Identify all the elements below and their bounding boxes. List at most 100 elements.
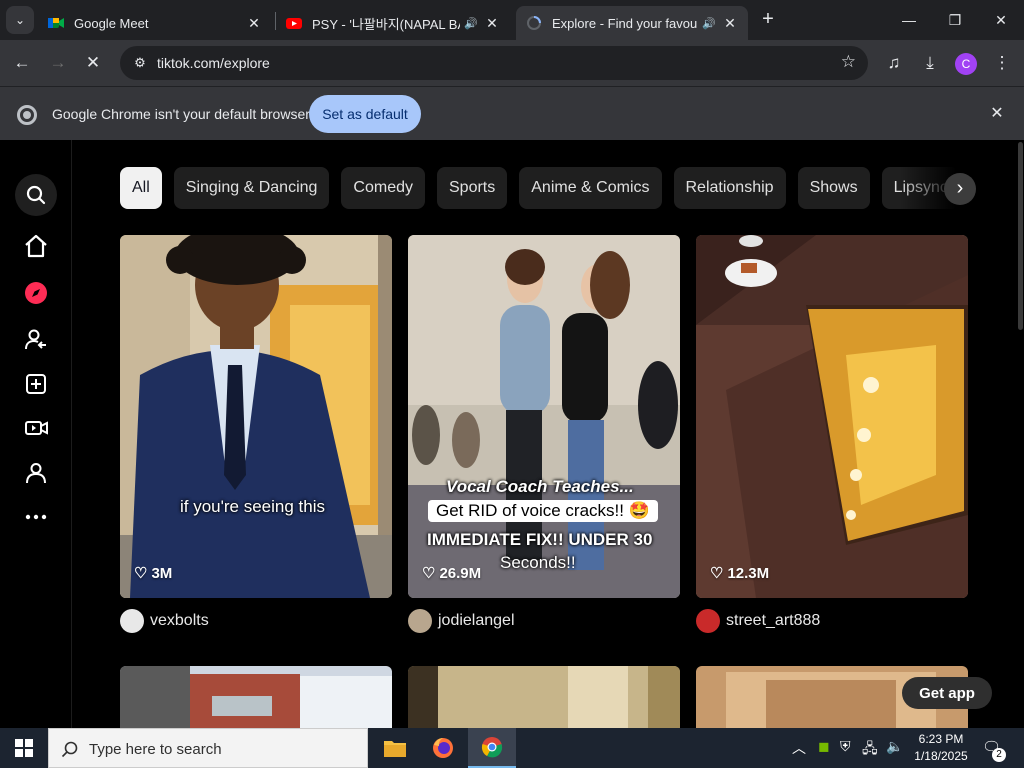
explore-compass-icon[interactable] bbox=[22, 279, 50, 307]
chevron-right-icon: › bbox=[956, 177, 964, 199]
scrollbar-thumb[interactable] bbox=[1018, 142, 1023, 330]
youtube-icon bbox=[286, 15, 302, 31]
search-button[interactable] bbox=[15, 174, 57, 216]
video-card[interactable]: if you're seeing this ♡ 3M bbox=[120, 235, 392, 598]
search-icon bbox=[61, 741, 78, 758]
taskbar-search[interactable]: Type here to search bbox=[48, 728, 368, 768]
like-count-value: 26.9M bbox=[439, 564, 482, 582]
tab-title: PSY - '나팔바지(NAPAL BA bbox=[312, 16, 461, 32]
video-author[interactable]: street_art888 bbox=[696, 608, 820, 634]
category-relationship[interactable]: Relationship bbox=[673, 167, 786, 209]
stop-button[interactable]: ✕ bbox=[79, 49, 107, 77]
minimize-button[interactable]: — bbox=[886, 0, 932, 40]
restore-button[interactable]: ❐ bbox=[932, 0, 978, 40]
url-text[interactable]: tiktok.com/explore bbox=[157, 55, 270, 71]
video-caption: IMMEDIATE FIX!! UNDER 30 bbox=[427, 530, 653, 549]
like-count-value: 3M bbox=[151, 564, 173, 582]
chevron-up-icon[interactable]: ︿ bbox=[792, 738, 806, 758]
get-app-button[interactable]: Get app bbox=[902, 677, 992, 709]
close-icon[interactable]: ✕ bbox=[722, 15, 738, 32]
system-clock[interactable]: 6:23 PM 1/18/2025 bbox=[906, 731, 976, 765]
downloads-button[interactable]: ⤓ bbox=[916, 49, 944, 77]
download-icon: ⤓ bbox=[926, 53, 934, 72]
like-count: ♡ 26.9M bbox=[422, 564, 482, 583]
category-anime-comics[interactable]: Anime & Comics bbox=[519, 167, 662, 209]
bookmark-star-icon[interactable]: ☆ bbox=[841, 52, 856, 72]
firefox-app[interactable] bbox=[419, 728, 467, 768]
category-shows[interactable]: Shows bbox=[797, 167, 870, 209]
search-placeholder: Type here to search bbox=[89, 741, 222, 758]
close-icon: ✕ bbox=[995, 12, 1007, 28]
windows-taskbar: Type here to search ︿ ◼ ⛨ 🖧 🔈 6:23 PM 1/… bbox=[0, 728, 1024, 768]
site-info-icon[interactable]: ⚙ bbox=[128, 51, 152, 75]
video-thumbnail bbox=[120, 666, 392, 728]
home-icon[interactable] bbox=[22, 232, 50, 260]
video-card[interactable]: Vocal Coach Teaches... Get RID of voice … bbox=[408, 235, 680, 598]
close-icon[interactable]: ✕ bbox=[246, 15, 262, 32]
video-card[interactable]: ♡ 12.3M bbox=[696, 235, 968, 598]
speaker-icon[interactable]: 🔊 bbox=[702, 17, 716, 30]
video-author[interactable]: jodielangel bbox=[408, 608, 515, 634]
arrow-right-icon: → bbox=[49, 53, 67, 72]
volume-icon[interactable]: 🔈 bbox=[886, 738, 903, 755]
forward-button[interactable]: → bbox=[44, 49, 72, 77]
speaker-icon[interactable]: 🔊 bbox=[464, 17, 478, 30]
more-vertical-icon: ⋮ bbox=[993, 53, 1011, 72]
video-author[interactable]: vexbolts bbox=[120, 608, 209, 634]
like-count-value: 12.3M bbox=[727, 564, 770, 582]
infobar-message: Google Chrome isn't your default browser bbox=[52, 106, 310, 122]
heart-icon: ♡ bbox=[710, 565, 724, 582]
back-button[interactable]: ← bbox=[8, 49, 36, 77]
category-next-button[interactable]: › bbox=[944, 173, 976, 205]
following-icon[interactable] bbox=[22, 326, 50, 354]
video-thumbnail bbox=[696, 235, 968, 598]
chrome-app[interactable] bbox=[468, 728, 516, 768]
default-browser-infobar: Google Chrome isn't your default browser… bbox=[0, 86, 1024, 140]
video-caption: Seconds!! bbox=[500, 553, 576, 572]
profile-icon[interactable] bbox=[22, 459, 50, 487]
google-meet-icon bbox=[48, 15, 64, 31]
tab-tiktok-explore[interactable]: Explore - Find your favourite 🔊 ✕ bbox=[516, 6, 748, 40]
network-icon[interactable]: 🖧 bbox=[862, 738, 878, 762]
playlist-icon: ♫ bbox=[887, 53, 901, 72]
browser-toolbar: ← → ✕ ⚙ tiktok.com/explore ☆ ♫ ⤓ ⋮ bbox=[0, 40, 1024, 86]
new-tab-button[interactable]: + bbox=[756, 8, 780, 32]
video-thumbnail bbox=[408, 666, 680, 728]
file-explorer-app[interactable] bbox=[371, 728, 419, 768]
chrome-menu-button[interactable]: ⋮ bbox=[988, 49, 1016, 77]
category-singing-dancing[interactable]: Singing & Dancing bbox=[173, 167, 330, 209]
minimize-icon: — bbox=[902, 12, 916, 28]
loading-spinner-icon bbox=[526, 15, 542, 31]
upload-icon[interactable] bbox=[22, 370, 50, 398]
author-name: vexbolts bbox=[150, 612, 209, 629]
video-caption: Get RID of voice cracks!! 🤩 bbox=[428, 500, 658, 522]
live-icon[interactable] bbox=[22, 414, 50, 442]
side-navigation bbox=[0, 140, 72, 728]
nvidia-icon[interactable]: ◼ bbox=[818, 738, 830, 755]
window-close-button[interactable]: ✕ bbox=[978, 0, 1024, 40]
close-icon[interactable]: ✕ bbox=[986, 103, 1008, 125]
tab-psy-video[interactable]: PSY - '나팔바지(NAPAL BA 🔊 ✕ bbox=[276, 6, 510, 40]
category-comedy[interactable]: Comedy bbox=[341, 167, 425, 209]
media-controls-button[interactable]: ♫ bbox=[880, 49, 908, 77]
chrome-icon bbox=[481, 737, 503, 758]
category-all[interactable]: All bbox=[120, 167, 162, 209]
tab-title: Google Meet bbox=[74, 15, 149, 31]
folder-icon bbox=[384, 741, 406, 757]
set-as-default-button[interactable]: Set as default bbox=[309, 95, 421, 133]
more-icon[interactable] bbox=[22, 503, 50, 531]
start-button[interactable] bbox=[0, 728, 48, 768]
address-bar[interactable]: ⚙ tiktok.com/explore ☆ bbox=[120, 46, 868, 80]
close-icon[interactable]: ✕ bbox=[484, 15, 500, 32]
video-thumbnail bbox=[120, 235, 392, 598]
avatar bbox=[120, 609, 144, 633]
chrome-icon bbox=[17, 105, 37, 125]
security-icon[interactable]: ⛨ bbox=[840, 738, 851, 755]
video-card[interactable] bbox=[120, 666, 392, 728]
category-sports[interactable]: Sports bbox=[437, 167, 508, 209]
windows-icon bbox=[15, 739, 33, 757]
video-card[interactable] bbox=[408, 666, 680, 728]
profile-avatar[interactable]: C bbox=[955, 53, 977, 75]
tab-google-meet[interactable]: Google Meet ✕ bbox=[38, 6, 272, 40]
tab-search-button[interactable]: ⌄ bbox=[6, 6, 34, 34]
